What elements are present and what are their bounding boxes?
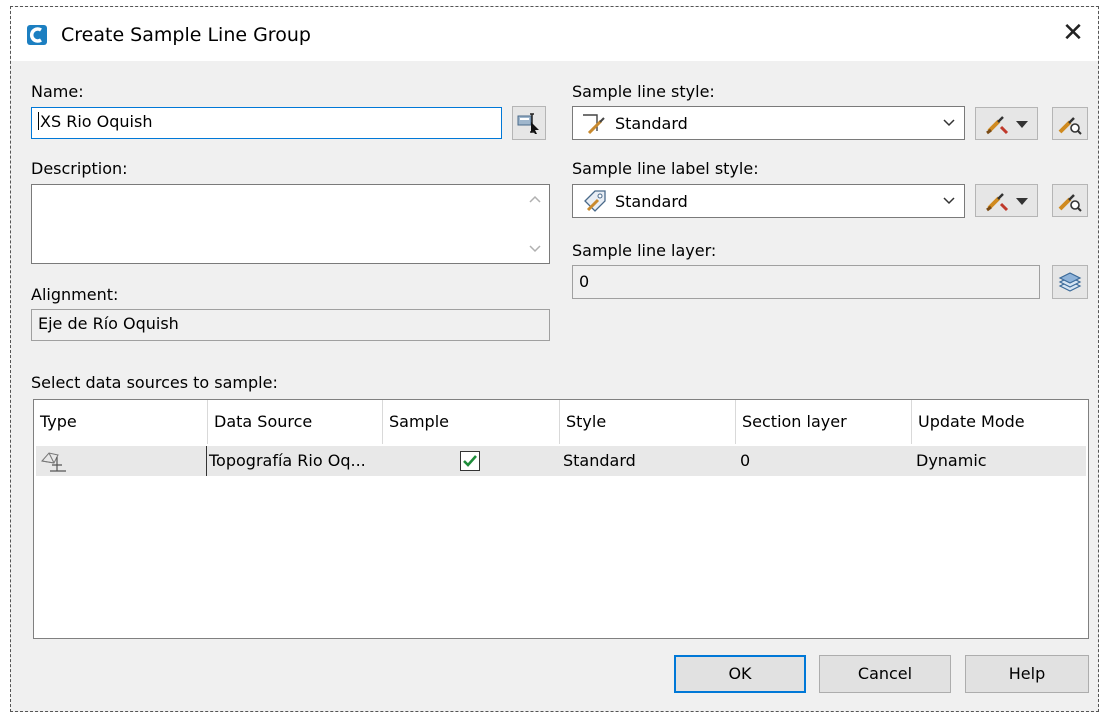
style-cell[interactable]: Standard <box>563 446 636 476</box>
sample-line-style-combo[interactable]: Standard <box>572 106 965 140</box>
sample-checkbox[interactable] <box>460 451 480 471</box>
column-header-data-source[interactable]: Data Source <box>208 400 383 444</box>
dropdown-arrow-icon <box>1015 197 1028 205</box>
sample-line-label-style-combo[interactable]: Standard <box>572 184 965 218</box>
cancel-button[interactable]: Cancel <box>819 655 951 693</box>
brush-search-icon <box>1058 116 1082 135</box>
details-style-button[interactable] <box>1052 107 1088 140</box>
layer-select-button[interactable] <box>1052 265 1088 299</box>
scroll-down-icon[interactable] <box>529 245 541 253</box>
name-input[interactable]: XS Rio Oquish <box>31 107 502 139</box>
chevron-down-icon <box>943 197 955 205</box>
brush-edit-icon <box>985 192 1008 211</box>
name-template-icon <box>517 113 539 134</box>
table-row[interactable]: Topografía Rio Oq... Standard 0 Dynamic <box>36 446 1086 476</box>
data-source-cell[interactable]: Topografía Rio Oq... <box>206 446 366 476</box>
sample-line-style-icon <box>583 114 605 135</box>
sample-line-label-style-value: Standard <box>615 191 688 211</box>
column-header-type[interactable]: Type <box>34 400 208 444</box>
data-sources-table: Type Data Source Sample Style Section la… <box>33 399 1089 639</box>
column-header-sample[interactable]: Sample <box>383 400 560 444</box>
dropdown-arrow-icon <box>1015 120 1028 128</box>
name-label: Name: <box>31 82 84 101</box>
text-caret <box>38 112 39 130</box>
details-label-style-button[interactable] <box>1052 184 1088 217</box>
ok-button[interactable]: OK <box>674 655 806 693</box>
column-header-section-layer[interactable]: Section layer <box>736 400 912 444</box>
title-bar: Create Sample Line Group ✕ <box>11 7 1098 61</box>
help-button[interactable]: Help <box>965 655 1089 693</box>
sample-line-layer-label: Sample line layer: <box>572 241 717 260</box>
alignment-field: Eje de Río Oquish <box>31 309 550 341</box>
section-layer-cell[interactable]: 0 <box>740 446 750 476</box>
surface-icon <box>41 452 66 472</box>
checkmark-icon <box>463 455 477 467</box>
description-textarea[interactable] <box>31 184 550 264</box>
sample-line-style-label: Sample line style: <box>572 82 715 101</box>
edit-label-style-split-button[interactable] <box>975 184 1038 217</box>
dialog-title: Create Sample Line Group <box>61 24 311 46</box>
sample-line-layer-field: 0 <box>572 265 1040 299</box>
column-header-style[interactable]: Style <box>560 400 736 444</box>
update-mode-cell[interactable]: Dynamic <box>916 446 987 476</box>
scroll-up-icon[interactable] <box>529 195 541 203</box>
sample-line-label-style-label: Sample line label style: <box>572 159 759 178</box>
brush-edit-icon <box>985 115 1008 134</box>
name-value: XS Rio Oquish <box>40 112 153 131</box>
chevron-down-icon <box>943 119 955 127</box>
data-sources-label: Select data sources to sample: <box>31 373 278 392</box>
create-sample-line-group-dialog: Create Sample Line Group ✕ Name: XS Rio … <box>10 6 1099 712</box>
sample-line-style-value: Standard <box>615 113 688 133</box>
label-style-icon <box>584 190 606 212</box>
edit-style-split-button[interactable] <box>975 107 1038 140</box>
layers-icon <box>1058 272 1082 292</box>
brush-search-icon <box>1058 193 1082 212</box>
civil3d-app-icon <box>27 25 47 45</box>
column-header-update-mode[interactable]: Update Mode <box>912 400 1088 444</box>
close-button[interactable]: ✕ <box>1058 19 1088 49</box>
pick-name-button[interactable] <box>512 106 546 140</box>
description-label: Description: <box>31 159 128 178</box>
alignment-label: Alignment: <box>31 285 119 304</box>
